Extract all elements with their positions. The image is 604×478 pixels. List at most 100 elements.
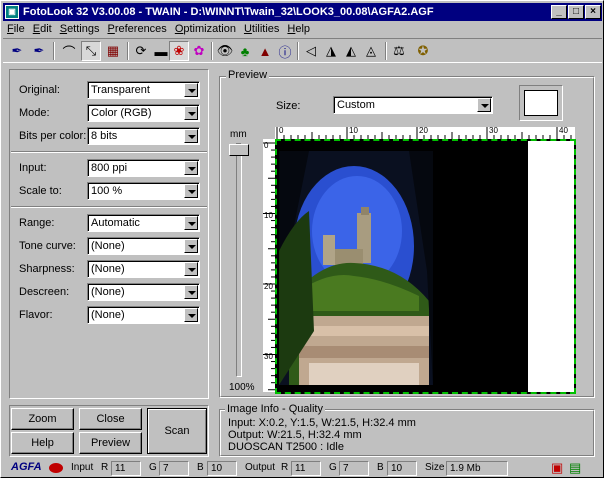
agfa-logo: AGFA	[11, 461, 42, 473]
status-output-g: 7	[339, 461, 369, 476]
status-output-r: 11	[291, 461, 321, 476]
menu-file[interactable]: File	[3, 21, 29, 38]
divider	[11, 206, 207, 208]
menu-settings[interactable]: Settings	[56, 21, 104, 38]
zoom-button[interactable]: Zoom	[11, 408, 74, 430]
menu-help[interactable]: Help	[283, 21, 314, 38]
close-window-button[interactable]: ×	[585, 5, 601, 19]
film-grid-icon[interactable]: ▦	[103, 41, 123, 61]
status-input-b: 10	[207, 461, 237, 476]
status-bar: AGFA Input R 11 G 7 B 10 Output R 11 G 7…	[3, 459, 602, 477]
size-label: Size:	[276, 100, 301, 112]
minimize-button[interactable]: _	[551, 5, 567, 19]
toolbar-separator	[211, 42, 213, 60]
agfa-logo-icon	[49, 463, 63, 473]
ruler-top-0: 0	[279, 126, 284, 135]
original-label: Original:	[19, 84, 60, 96]
balance-scale-icon[interactable]: ⚖	[389, 41, 409, 61]
color-circles-icon[interactable]: ❀	[169, 41, 189, 61]
status-output-b: 10	[387, 461, 417, 476]
chevron-down-icon[interactable]	[184, 262, 198, 276]
info-device-line: DUOSCAN T2500 : Idle	[228, 441, 344, 453]
chevron-down-icon[interactable]	[184, 161, 198, 175]
ruler-top-10: 10	[349, 126, 358, 135]
ruler-left-20: 20	[264, 282, 273, 291]
status-size-value: 1.9 Mb	[446, 461, 508, 476]
info-input-line: Input: X:0.2, Y:1.5, W:21.5, H:32.4 mm	[228, 417, 416, 429]
histogram-icon[interactable]: ▲	[255, 41, 275, 61]
eyedropper-black-icon[interactable]: ✒	[29, 41, 49, 61]
menu-optimization[interactable]: Optimization	[171, 21, 240, 38]
toolbar-separator	[385, 42, 387, 60]
help-button[interactable]: Help	[11, 432, 74, 454]
status-input-b-label: B	[197, 462, 204, 473]
tone-curve-select[interactable]: (None)	[87, 237, 200, 255]
size-preview-swatch	[524, 90, 558, 116]
toolbar-separator	[297, 42, 299, 60]
color-balance-icon[interactable]: ✿	[189, 41, 209, 61]
bits-label: Bits per color:	[19, 130, 87, 142]
original-select[interactable]: Transparent	[87, 81, 200, 99]
gradation-icon-3[interactable]: ◭	[341, 41, 361, 61]
zoom-slider-track[interactable]	[236, 143, 242, 377]
sharpness-label: Sharpness:	[19, 263, 75, 275]
gradation-icon-2[interactable]: ◮	[321, 41, 341, 61]
flavor-label: Flavor:	[19, 309, 53, 321]
descreen-select[interactable]: (None)	[87, 283, 200, 301]
gray-ramp-icon[interactable]: ▬	[151, 41, 171, 61]
chevron-down-icon[interactable]	[184, 285, 198, 299]
tone-curve-label: Tone curve:	[19, 240, 76, 252]
maximize-button[interactable]: □	[568, 5, 584, 19]
gradation-icon-4[interactable]: ◬	[361, 41, 381, 61]
filter-icon[interactable]: ✪	[413, 41, 433, 61]
scale-select[interactable]: 100 %	[87, 182, 200, 200]
ruler-left-0: 0	[264, 141, 269, 150]
unit-label: mm	[230, 129, 247, 140]
app-icon[interactable]: ▣	[5, 5, 19, 19]
crop-tool-icon[interactable]: ⌒	[59, 41, 79, 61]
preview-group-title: Preview	[226, 69, 270, 81]
info-icon[interactable]: ⓘ	[275, 41, 295, 61]
tree-color-icon[interactable]: ♣	[235, 41, 255, 61]
range-select[interactable]: Automatic	[87, 214, 200, 232]
chevron-down-icon[interactable]	[184, 239, 198, 253]
rotate-icon[interactable]: ⟳	[131, 41, 151, 61]
ruler-left-10: 10	[264, 211, 273, 220]
chevron-down-icon[interactable]	[184, 216, 198, 230]
chevron-down-icon[interactable]	[184, 308, 198, 322]
chevron-down-icon[interactable]	[184, 129, 198, 143]
menu-preferences[interactable]: Preferences	[103, 21, 170, 38]
status-input-g: 7	[159, 461, 189, 476]
info-output-line: Output: W:21.5, H:32.4 mm	[228, 429, 362, 441]
sharpness-select[interactable]: (None)	[87, 260, 200, 278]
input-label: Input:	[19, 162, 47, 174]
scan-area-blank	[528, 141, 574, 392]
chevron-down-icon[interactable]	[184, 184, 198, 198]
flavor-select[interactable]: (None)	[87, 306, 200, 324]
brightness-eye-icon[interactable]: 👁	[215, 41, 235, 61]
menu-edit[interactable]: Edit	[29, 21, 56, 38]
bits-select[interactable]: 8 bits	[87, 127, 200, 145]
close-button[interactable]: Close	[79, 408, 142, 430]
input-select[interactable]: 800 ppi	[87, 159, 200, 177]
scale-label: Scale to:	[19, 185, 62, 197]
menu-utilities[interactable]: Utilities	[240, 21, 283, 38]
size-select[interactable]: Custom	[333, 96, 493, 114]
ruler-top-30: 30	[489, 126, 498, 135]
mode-select[interactable]: Color (RGB)	[87, 104, 200, 122]
zoom-slider-thumb[interactable]	[229, 144, 249, 156]
gradation-icon-1[interactable]: ◁	[301, 41, 321, 61]
chevron-down-icon[interactable]	[477, 98, 491, 112]
preview-button[interactable]: Preview	[79, 432, 142, 454]
status-input-r: 11	[111, 461, 141, 476]
ruler-left-30: 30	[264, 352, 273, 361]
printer-status-icon[interactable]: ▣	[551, 460, 563, 476]
eyedropper-white-icon[interactable]: ✒	[7, 41, 27, 61]
chevron-down-icon[interactable]	[184, 83, 198, 97]
select-tool-icon[interactable]: ⤡	[81, 41, 101, 61]
scanner-status-icon[interactable]: ▤	[569, 460, 581, 476]
scan-button[interactable]: Scan	[147, 408, 207, 454]
image-info-title: Image Info - Quality	[225, 403, 325, 415]
chevron-down-icon[interactable]	[184, 106, 198, 120]
status-size-label: Size	[425, 462, 445, 473]
